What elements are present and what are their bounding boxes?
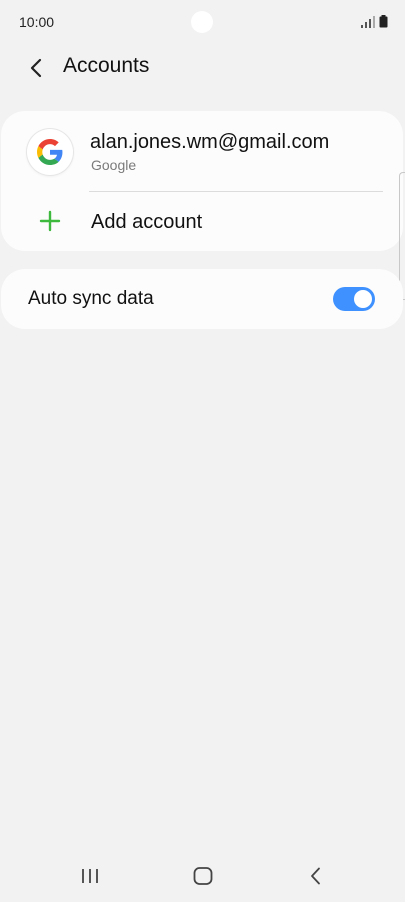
account-item-google[interactable]: alan.jones.wm@gmail.com Google [1,111,403,191]
account-email: alan.jones.wm@gmail.com [90,131,330,153]
google-logo-icon [27,129,73,175]
add-account-label: Add account [91,211,203,233]
camera-cutout [191,11,213,33]
navigation-bar [0,850,405,902]
status-icons [361,14,391,30]
back-button[interactable] [18,50,54,86]
auto-sync-label: Auto sync data [28,288,154,309]
battery-icon [379,15,388,28]
home-icon [193,867,213,885]
status-bar: 10:00 [0,0,405,44]
nav-back-icon [311,867,320,885]
page-title: Accounts [63,54,150,77]
status-time: 10:00 [19,14,55,30]
auto-sync-toggle[interactable] [333,286,375,312]
app-header: Accounts [0,44,405,92]
plus-icon [39,210,61,232]
add-account-button[interactable]: Add account [1,192,403,251]
nav-back-button[interactable] [296,860,336,892]
back-arrow-icon [30,58,42,78]
recents-icon [82,869,98,883]
auto-sync-row[interactable]: Auto sync data [1,269,403,329]
account-provider: Google [91,157,137,173]
google-g-icon [37,139,63,165]
toggle-knob [352,288,374,310]
recents-button[interactable] [70,860,110,892]
home-button[interactable] [183,860,223,892]
accounts-card: alan.jones.wm@gmail.com Google Add accou… [1,111,403,251]
signal-icon [361,16,375,28]
